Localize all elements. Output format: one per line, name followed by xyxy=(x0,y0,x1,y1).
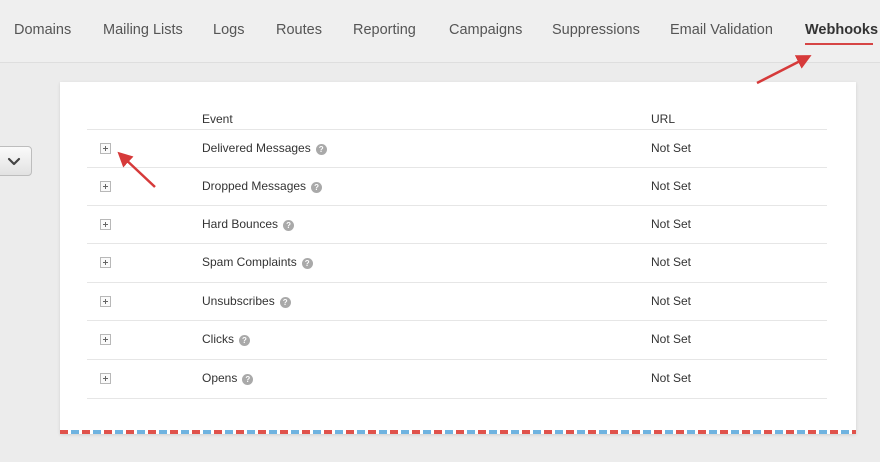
url-value: Not Set xyxy=(651,141,692,155)
url-value: Not Set xyxy=(651,371,692,385)
nav-item-campaigns[interactable]: Campaigns xyxy=(449,22,522,38)
nav-divider xyxy=(0,62,880,63)
question-circle-icon[interactable]: ? xyxy=(242,374,254,385)
plus-square-icon[interactable] xyxy=(100,219,111,230)
url-value: Not Set xyxy=(651,217,692,231)
event-label: Unsubscribes xyxy=(202,294,275,308)
nav-item-reporting[interactable]: Reporting xyxy=(353,22,416,38)
table-row-spam-complaints: Spam Complaints? Not Set xyxy=(87,243,827,282)
plus-square-icon[interactable] xyxy=(100,143,111,154)
table-row-hard-bounces: Hard Bounces? Not Set xyxy=(87,205,827,244)
event-name: Unsubscribes? xyxy=(202,294,291,308)
event-name: Opens? xyxy=(202,371,254,385)
event-name: Delivered Messages? xyxy=(202,141,327,155)
plus-square-icon[interactable] xyxy=(100,296,111,307)
question-circle-icon[interactable]: ? xyxy=(311,182,323,193)
url-value: Not Set xyxy=(651,179,692,193)
question-circle-icon[interactable]: ? xyxy=(301,258,313,269)
event-name: Hard Bounces? xyxy=(202,217,295,231)
column-header-url: URL xyxy=(651,112,676,126)
table-row-delivered-messages: Delivered Messages? Not Set xyxy=(87,129,827,168)
url-value: Not Set xyxy=(651,294,692,308)
table-row-unsubscribes: Unsubscribes? Not Set xyxy=(87,282,827,321)
table-row-dropped-messages: Dropped Messages? Not Set xyxy=(87,167,827,206)
chevron-down-icon xyxy=(7,157,21,166)
plus-square-icon[interactable] xyxy=(100,334,111,345)
event-label: Opens xyxy=(202,371,238,385)
event-name: Dropped Messages? xyxy=(202,179,323,193)
nav-item-logs[interactable]: Logs xyxy=(213,22,244,38)
plus-square-icon[interactable] xyxy=(100,373,111,384)
column-header-event: Event xyxy=(202,112,233,126)
nav-item-domains[interactable]: Domains xyxy=(14,22,71,38)
question-circle-icon[interactable]: ? xyxy=(239,335,250,346)
table-row-opens: Opens? Not Set xyxy=(87,359,827,399)
url-value: Not Set xyxy=(651,255,692,269)
nav-item-webhooks[interactable]: Webhooks xyxy=(805,22,878,38)
plus-square-icon[interactable] xyxy=(100,181,111,192)
event-label: Dropped Messages xyxy=(202,179,307,193)
event-name: Spam Complaints? xyxy=(202,255,313,269)
question-circle-icon[interactable]: ? xyxy=(315,144,327,155)
nav-item-mailing-lists[interactable]: Mailing Lists xyxy=(103,22,183,38)
nav-item-routes[interactable]: Routes xyxy=(276,22,322,38)
event-label: Clicks xyxy=(202,332,234,346)
event-label: Spam Complaints xyxy=(202,255,297,269)
nav-item-email-validation[interactable]: Email Validation xyxy=(670,22,773,38)
event-label: Hard Bounces xyxy=(202,217,279,231)
question-circle-icon[interactable]: ? xyxy=(283,220,295,231)
domain-dropdown-button[interactable] xyxy=(0,146,32,176)
active-tab-indicator xyxy=(805,43,873,45)
airmail-stripe-border xyxy=(60,430,856,434)
event-label: Delivered Messages xyxy=(202,141,311,155)
top-navigation: Domains Mailing Lists Logs Routes Report… xyxy=(0,0,880,62)
nav-item-suppressions[interactable]: Suppressions xyxy=(552,22,640,38)
plus-square-icon[interactable] xyxy=(100,257,111,268)
event-name: Clicks? xyxy=(202,332,250,346)
question-circle-icon[interactable]: ? xyxy=(279,297,291,308)
webhooks-card: Event URL Delivered Messages? Not Set Dr… xyxy=(60,82,856,434)
table-row-clicks: Clicks? Not Set xyxy=(87,320,827,359)
url-value: Not Set xyxy=(651,332,692,346)
